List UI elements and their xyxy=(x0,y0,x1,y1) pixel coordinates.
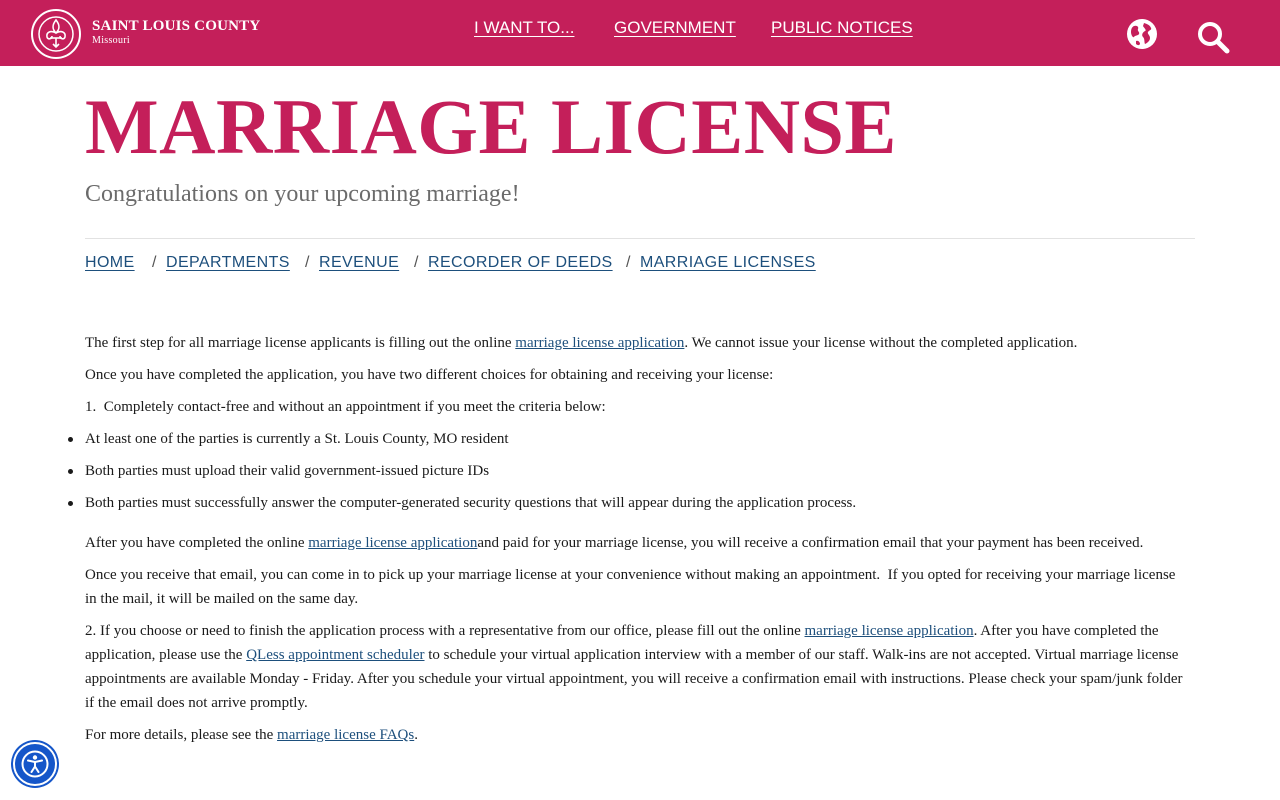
text: The first step for all marriage license … xyxy=(85,335,516,351)
breadcrumb-separator: / xyxy=(626,254,631,271)
after-application-paragraph: After you have completed the online marr… xyxy=(85,531,1185,555)
faq-paragraph: For more details, please see the marriag… xyxy=(85,723,1185,747)
text: After you have completed the online xyxy=(85,535,309,551)
accessibility-icon xyxy=(21,750,49,778)
breadcrumb-revenue[interactable]: REVENUE xyxy=(319,254,399,272)
marriage-license-application-link[interactable]: marriage license application xyxy=(805,623,974,639)
marriage-license-faqs-link[interactable]: marriage license FAQs xyxy=(277,727,414,743)
intro-paragraph: The first step for all marriage license … xyxy=(85,331,1185,355)
divider xyxy=(85,238,1195,239)
breadcrumb-separator: / xyxy=(152,254,157,271)
option-two-paragraph: 2. If you choose or need to finish the a… xyxy=(85,619,1185,715)
list-item: At least one of the parties is currently… xyxy=(68,427,1185,451)
text: 2. If you choose or need to finish the a… xyxy=(85,623,805,639)
nav-government[interactable]: GOVERNMENT xyxy=(614,18,736,38)
search-icon[interactable] xyxy=(1196,20,1230,54)
marriage-license-application-link[interactable]: marriage license application xyxy=(308,535,477,551)
main-content: The first step for all marriage license … xyxy=(68,331,1185,755)
text: For more details, please see the xyxy=(85,727,278,743)
criteria-list: At least one of the parties is currently… xyxy=(68,427,1185,515)
text: . We cannot issue your license without t… xyxy=(684,335,1078,351)
nav-i-want-to[interactable]: I WANT TO... xyxy=(474,18,574,38)
option-one-heading: 1. Completely contact-free and without a… xyxy=(85,399,606,415)
page-subtitle: Congratulations on your upcoming marriag… xyxy=(85,181,520,207)
main-nav: I WANT TO... GOVERNMENT PUBLIC NOTICES xyxy=(0,18,1280,42)
text: . xyxy=(414,727,418,743)
breadcrumb-separator: / xyxy=(414,254,419,271)
marriage-license-application-link[interactable]: marriage license application xyxy=(515,335,684,351)
breadcrumb-departments[interactable]: DEPARTMENTS xyxy=(166,254,290,272)
qless-appointment-scheduler-link[interactable]: QLess appointment scheduler xyxy=(246,647,424,663)
breadcrumb-separator: / xyxy=(305,254,310,271)
site-header: SAINT LOUIS COUNTY Missouri I WANT TO...… xyxy=(0,0,1280,66)
breadcrumb-home[interactable]: HOME xyxy=(85,254,135,272)
pickup-paragraph: Once you receive that email, you can com… xyxy=(85,567,1176,607)
choices-paragraph: Once you have completed the application,… xyxy=(85,367,774,383)
breadcrumb-recorder-of-deeds[interactable]: RECORDER OF DEEDS xyxy=(428,254,613,272)
page-title: MARRIAGE LICENSE xyxy=(85,83,897,170)
list-item: Both parties must upload their valid gov… xyxy=(68,459,1185,483)
accessibility-button[interactable] xyxy=(13,742,57,786)
breadcrumb-marriage-licenses[interactable]: MARRIAGE LICENSES xyxy=(640,254,816,272)
text: and paid for your marriage license, you … xyxy=(477,535,1144,551)
list-item: Both parties must successfully answer th… xyxy=(68,491,1185,515)
globe-icon[interactable] xyxy=(1125,17,1159,51)
nav-public-notices[interactable]: PUBLIC NOTICES xyxy=(771,18,913,38)
